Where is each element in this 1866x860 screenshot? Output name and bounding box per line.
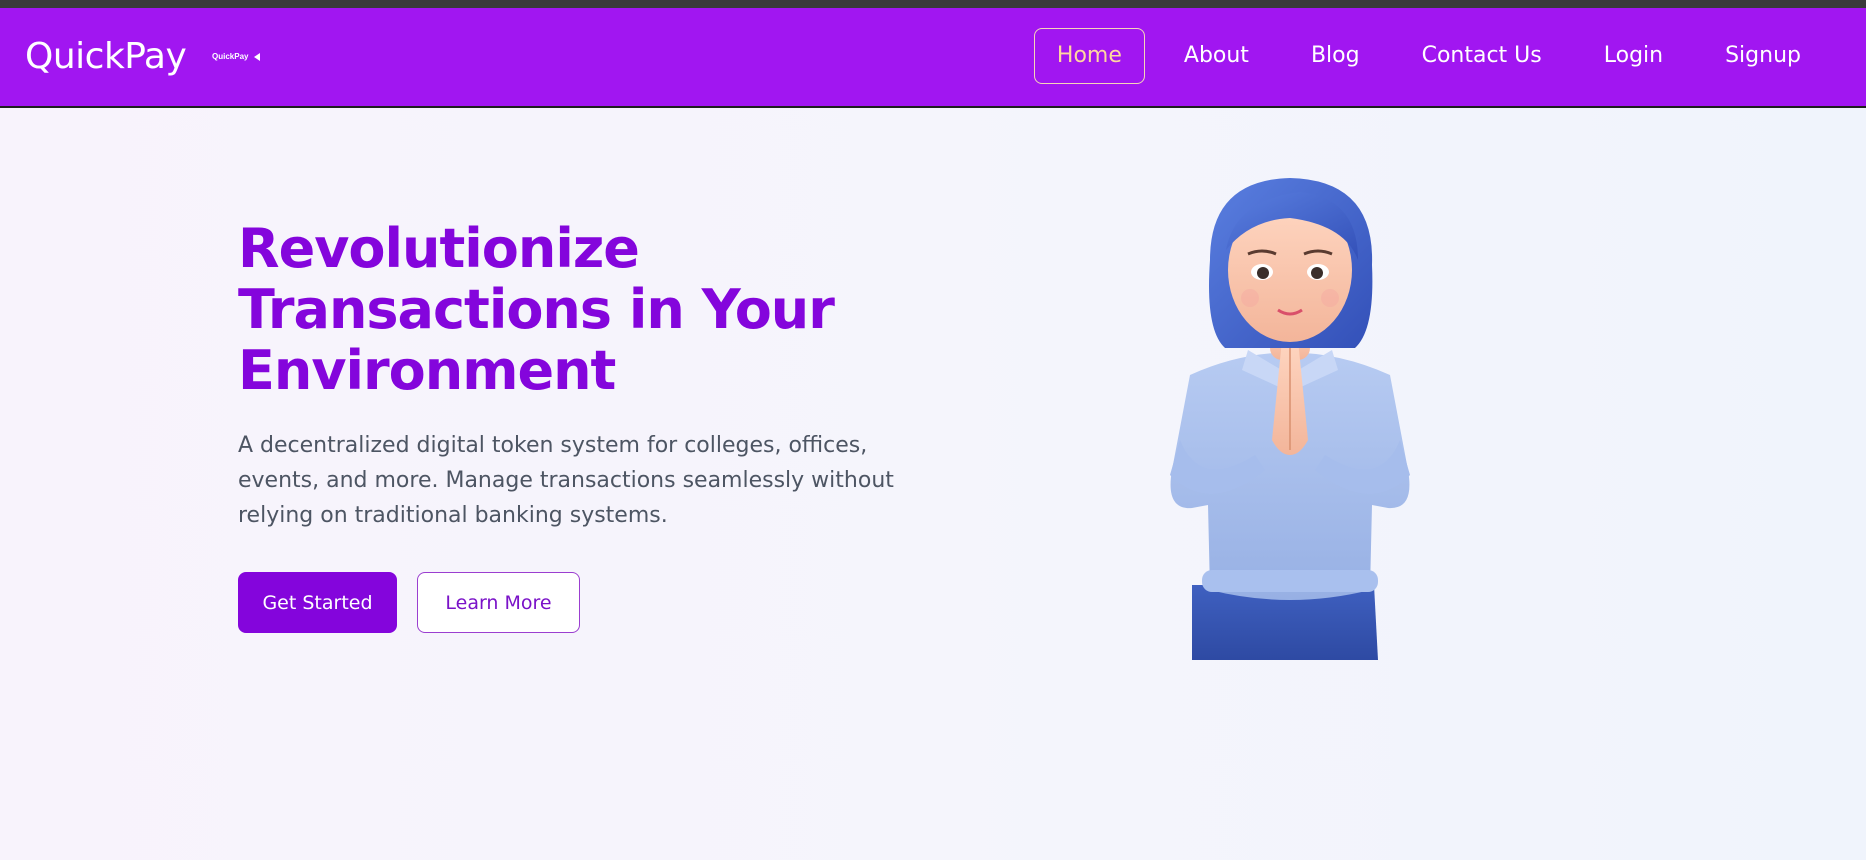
nav-links: Home About Blog Contact Us Login Signup xyxy=(1018,28,1824,84)
nav-login[interactable]: Login xyxy=(1581,28,1686,84)
brand-image-alt: QuickPay xyxy=(212,52,249,61)
window-top-strip xyxy=(0,0,1866,8)
nav-signup[interactable]: Signup xyxy=(1702,28,1824,84)
hero-title: Revolutionize Transactions in Your Envir… xyxy=(238,217,835,402)
caret-left-icon xyxy=(254,52,261,61)
navbar: QuickPay QuickPay Home About Blog Contac… xyxy=(0,8,1866,108)
learn-more-button[interactable]: Learn More xyxy=(417,572,580,633)
hero-character-illustration xyxy=(1170,178,1410,660)
nav-contact[interactable]: Contact Us xyxy=(1399,28,1565,84)
nav-about[interactable]: About xyxy=(1161,28,1272,84)
nav-home[interactable]: Home xyxy=(1033,28,1145,84)
hero-description: A decentralized digital token system for… xyxy=(238,433,894,528)
nav-blog[interactable]: Blog xyxy=(1288,28,1383,84)
get-started-button[interactable]: Get Started xyxy=(238,572,397,633)
brand-logo[interactable]: QuickPay xyxy=(25,36,187,77)
brand-image[interactable]: QuickPay xyxy=(212,52,261,61)
